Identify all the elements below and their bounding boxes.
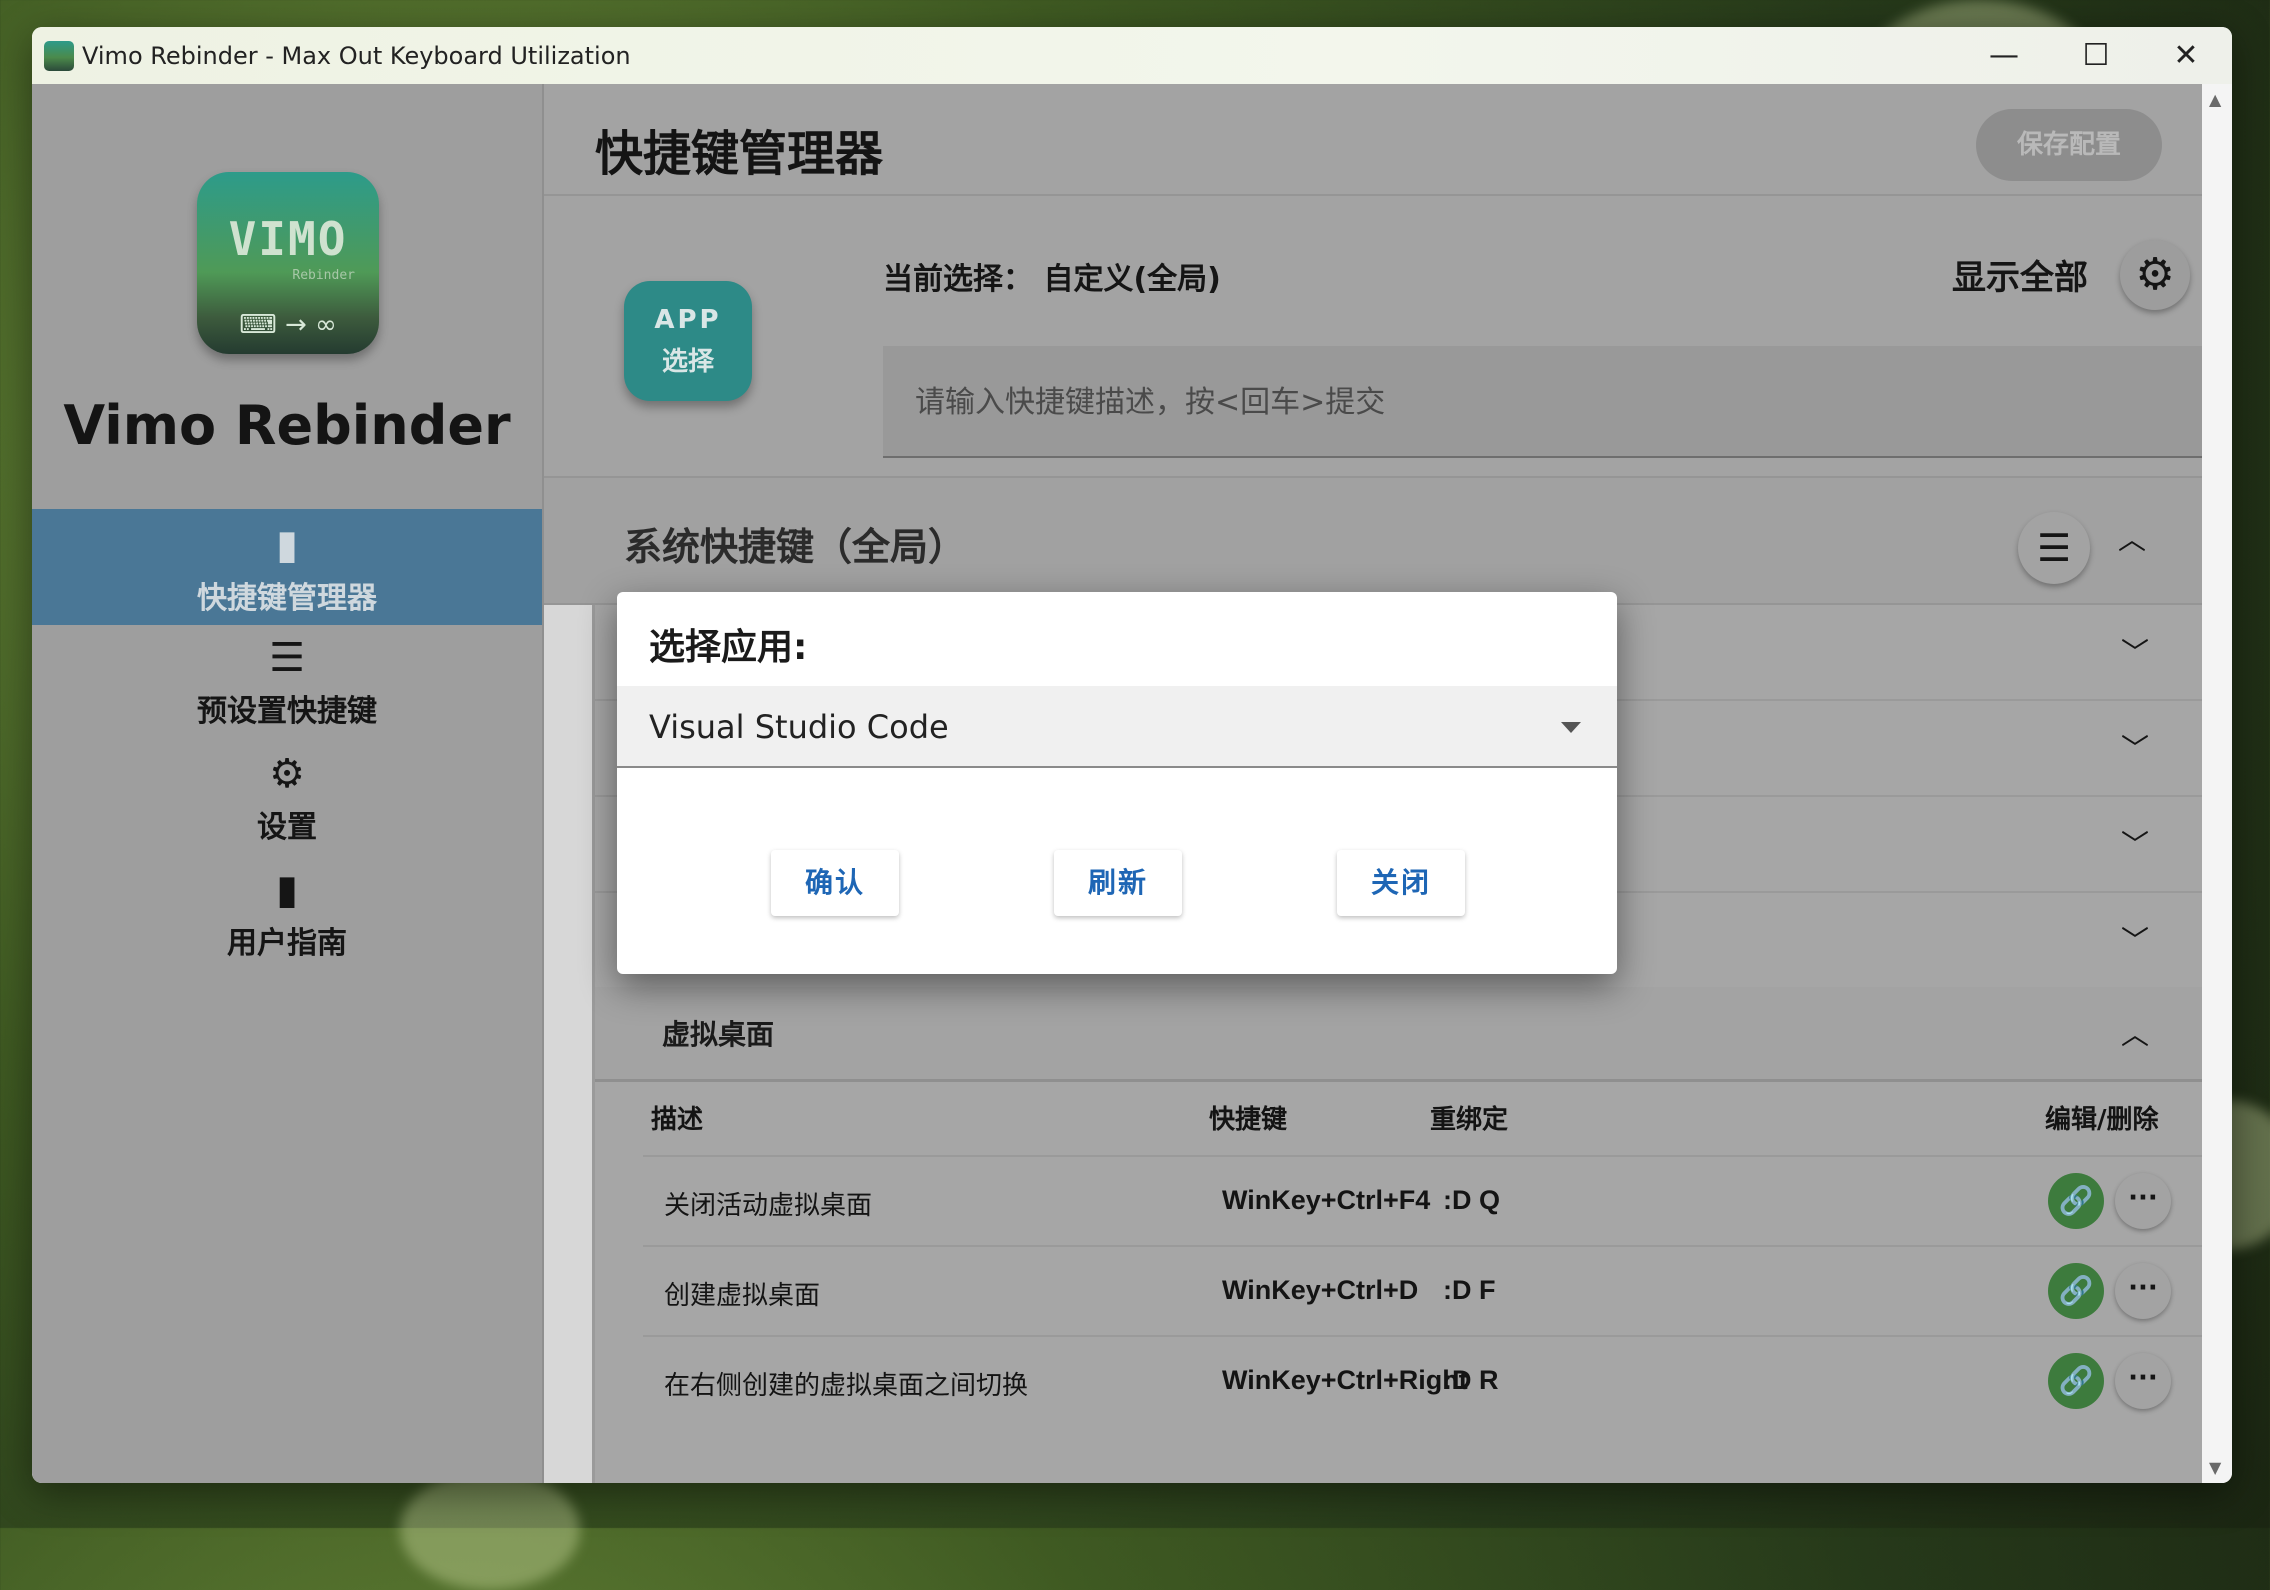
row-description: 创建虚拟桌面 (664, 1281, 821, 1311)
shortcut-search-field[interactable] (883, 346, 2203, 458)
table-row: 关闭活动虚拟桌面 WinKey+Ctrl+F4 :D Q 🔗 ··· (643, 1155, 2203, 1247)
link-edit-button[interactable]: 🔗 (2048, 1263, 2104, 1319)
server-list-icon: ☰ (269, 635, 305, 681)
logo-word: VIMO (228, 212, 348, 266)
app-dropdown-value: Visual Studio Code (649, 708, 949, 746)
sidebar-item-preset-shortcuts[interactable]: ☰ 预设置快捷键 (32, 636, 542, 736)
chevron-up-icon[interactable]: ︿ (2118, 518, 2146, 558)
section-title: 系统快捷键（全局） (624, 525, 967, 569)
settings-gear-button[interactable]: ⚙ (2120, 240, 2190, 310)
scroll-up-arrow-icon[interactable]: ▲ (2209, 90, 2221, 109)
sidebar-item-label: 快捷键管理器 (197, 581, 377, 616)
logo-sub: Rebinder (292, 268, 355, 283)
row-rebind: :D F (1443, 1275, 1496, 1305)
selection-panel: APP 选择 当前选择： 自定义(全局) 显示全部 ⚙ (544, 196, 2203, 478)
refresh-button[interactable]: 刷新 (1054, 850, 1182, 916)
chevron-down-icon[interactable]: ﹀ (2121, 823, 2149, 863)
gear-icon: ⚙ (2135, 249, 2175, 300)
app-select-button[interactable]: APP 选择 (624, 281, 752, 401)
title-bar: Vimo Rebinder - Max Out Keyboard Utiliza… (32, 27, 2232, 84)
row-shortcut: WinKey+Ctrl+Right (1222, 1365, 1468, 1395)
chevron-down-icon[interactable]: ﹀ (2121, 919, 2149, 959)
sidebar-item-label: 预设置快捷键 (197, 694, 377, 729)
chevron-down-icon[interactable]: ﹀ (2121, 631, 2149, 671)
book-icon: ▮ (275, 867, 298, 913)
current-selection-label: 当前选择： (883, 262, 1033, 297)
app-icon (44, 40, 74, 71)
app-name: Vimo Rebinder (63, 394, 511, 457)
app-select-line1: APP (654, 305, 722, 335)
row-description: 关闭活动虚拟桌面 (664, 1191, 873, 1221)
category-title: 虚拟桌面 (662, 1018, 775, 1051)
table-row: 创建虚拟桌面 WinKey+Ctrl+D :D F 🔗 ··· (643, 1245, 2203, 1337)
virtual-desktop-category-header[interactable]: 虚拟桌面 ︿ (595, 987, 2205, 1082)
sidebar: VIMO Rebinder ⌨ → ∞ Vimo Rebinder ▮ 快捷键管… (32, 84, 544, 1483)
close-window-button[interactable]: ✕ (2140, 27, 2232, 84)
app-logo: VIMO Rebinder ⌨ → ∞ (197, 172, 379, 354)
close-dialog-button[interactable]: 关闭 (1337, 850, 1465, 916)
page-header: 快捷键管理器 保存配置 (544, 84, 2202, 196)
ellipsis-icon: ··· (2128, 1273, 2158, 1303)
row-shortcut: WinKey+Ctrl+F4 (1222, 1185, 1431, 1215)
column-header-shortcut: 快捷键 (1209, 1105, 1288, 1135)
current-selection: 当前选择： 自定义(全局) (883, 254, 1221, 298)
column-header-description: 描述 (651, 1105, 704, 1135)
sidebar-item-settings[interactable]: ⚙ 设置 (32, 752, 542, 852)
scroll-down-arrow-icon[interactable]: ▼ (2209, 1458, 2221, 1477)
link-edit-button[interactable]: 🔗 (2048, 1353, 2104, 1409)
more-options-button[interactable]: ··· (2115, 1173, 2171, 1229)
show-all-toggle[interactable]: 显示全部 (1952, 250, 2088, 299)
bookmark-icon: ▮ (275, 522, 298, 568)
sidebar-item-shortcut-manager[interactable]: ▮ 快捷键管理器 (32, 509, 542, 625)
row-rebind: :D Q (1443, 1185, 1500, 1215)
sidebar-item-label: 设置 (257, 810, 317, 845)
page-title: 快捷键管理器 (595, 126, 884, 182)
link-icon: 🔗 (2058, 1364, 2094, 1397)
chevron-down-icon[interactable]: ﹀ (2121, 727, 2149, 767)
maximize-button[interactable]: ☐ (2050, 27, 2142, 84)
save-config-button[interactable]: 保存配置 (1976, 109, 2162, 181)
gear-icon: ⚙ (269, 751, 305, 797)
sidebar-item-label: 用户指南 (227, 926, 347, 961)
minimize-button[interactable]: — (1958, 27, 2050, 84)
chevron-up-icon[interactable]: ︿ (2121, 1013, 2149, 1053)
section-menu-button[interactable]: ☰ (2018, 512, 2090, 584)
link-edit-button[interactable]: 🔗 (2048, 1173, 2104, 1229)
select-app-dialog: 选择应用: Visual Studio Code 确认 刷新 关闭 (617, 592, 1617, 974)
background-bokeh (400, 1470, 580, 1590)
row-description: 在右侧创建的虚拟桌面之间切换 (664, 1371, 1029, 1401)
column-header-edit-delete: 编辑/删除 (2045, 1105, 2159, 1135)
column-header-rebind: 重绑定 (1430, 1105, 1509, 1135)
table-row: 在右侧创建的虚拟桌面之间切换 WinKey+Ctrl+Right :D R 🔗 … (643, 1335, 2203, 1427)
link-icon: 🔗 (2058, 1184, 2094, 1217)
window-title: Vimo Rebinder - Max Out Keyboard Utiliza… (82, 41, 631, 70)
current-selection-value: 自定义(全局) (1043, 262, 1221, 297)
more-options-button[interactable]: ··· (2115, 1353, 2171, 1409)
confirm-button[interactable]: 确认 (771, 850, 899, 916)
app-dropdown[interactable]: Visual Studio Code (617, 686, 1617, 768)
vertical-scrollbar[interactable]: ▲ ▼ (2202, 84, 2232, 1483)
link-icon: 🔗 (2058, 1274, 2094, 1307)
system-shortcuts-section-header[interactable]: 系统快捷键（全局） ☰ ︿ (544, 478, 2202, 605)
row-shortcut: WinKey+Ctrl+D (1222, 1275, 1419, 1305)
caret-down-icon (1561, 722, 1581, 733)
app-window: Vimo Rebinder - Max Out Keyboard Utiliza… (32, 27, 2232, 1483)
sidebar-item-user-guide[interactable]: ▮ 用户指南 (32, 868, 542, 968)
row-rebind: :D R (1443, 1365, 1499, 1395)
app-select-line2: 选择 (661, 347, 714, 377)
ellipsis-icon: ··· (2128, 1363, 2158, 1393)
shortcut-search-input[interactable] (913, 374, 2157, 430)
more-options-button[interactable]: ··· (2115, 1263, 2171, 1319)
logo-keyboard-infinity-icon: ⌨ → ∞ (239, 310, 337, 340)
hamburger-icon: ☰ (2036, 526, 2072, 570)
dialog-title: 选择应用: (649, 627, 808, 668)
ellipsis-icon: ··· (2128, 1183, 2158, 1213)
